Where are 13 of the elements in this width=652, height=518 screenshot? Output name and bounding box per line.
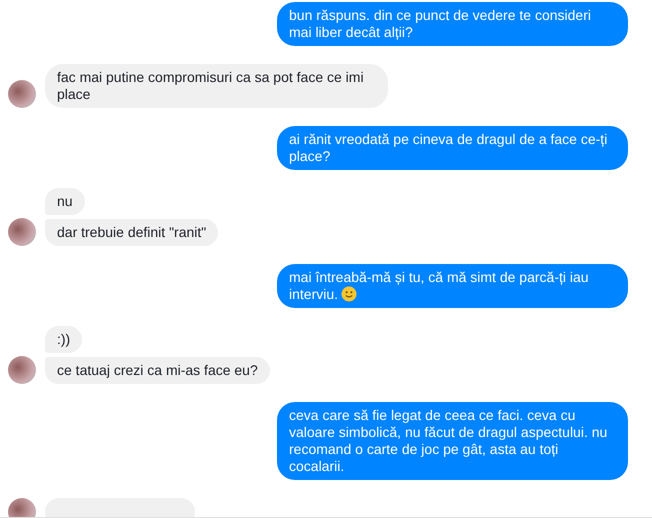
message-bubble: mai întreabă-mă și tu, că mă simt de parcă-ți iau interviu. [277,264,628,308]
avatar [8,80,36,108]
message-bubble: ceva care să fie legat de ceea ce faci. ceva cu valoare simbolică, nu făcut de dragul aspectului. nu recomand o carte de joc pe gât, asta au toți cocalarii. [277,402,628,480]
avatar [8,356,36,384]
message-bubble: nu [45,188,85,215]
message-bubble: ai rănit vreodată pe cineva de dragul de a face ce-ți place? [277,126,628,170]
message-bubble: ce tatuaj crezi ca mi-as face eu? [45,357,270,384]
message-bubble: fac mai putine compromisuri ca sa pot face ce imi place [45,64,388,108]
message-bubble: :)) [45,326,82,353]
message-bubble: bun răspuns. din ce punct de vedere te consideri mai liber decât alții? [277,2,628,46]
smiley-icon [341,286,358,302]
avatar [8,218,36,246]
message-bubble: dar trebuie definit "ranit" [45,219,218,246]
